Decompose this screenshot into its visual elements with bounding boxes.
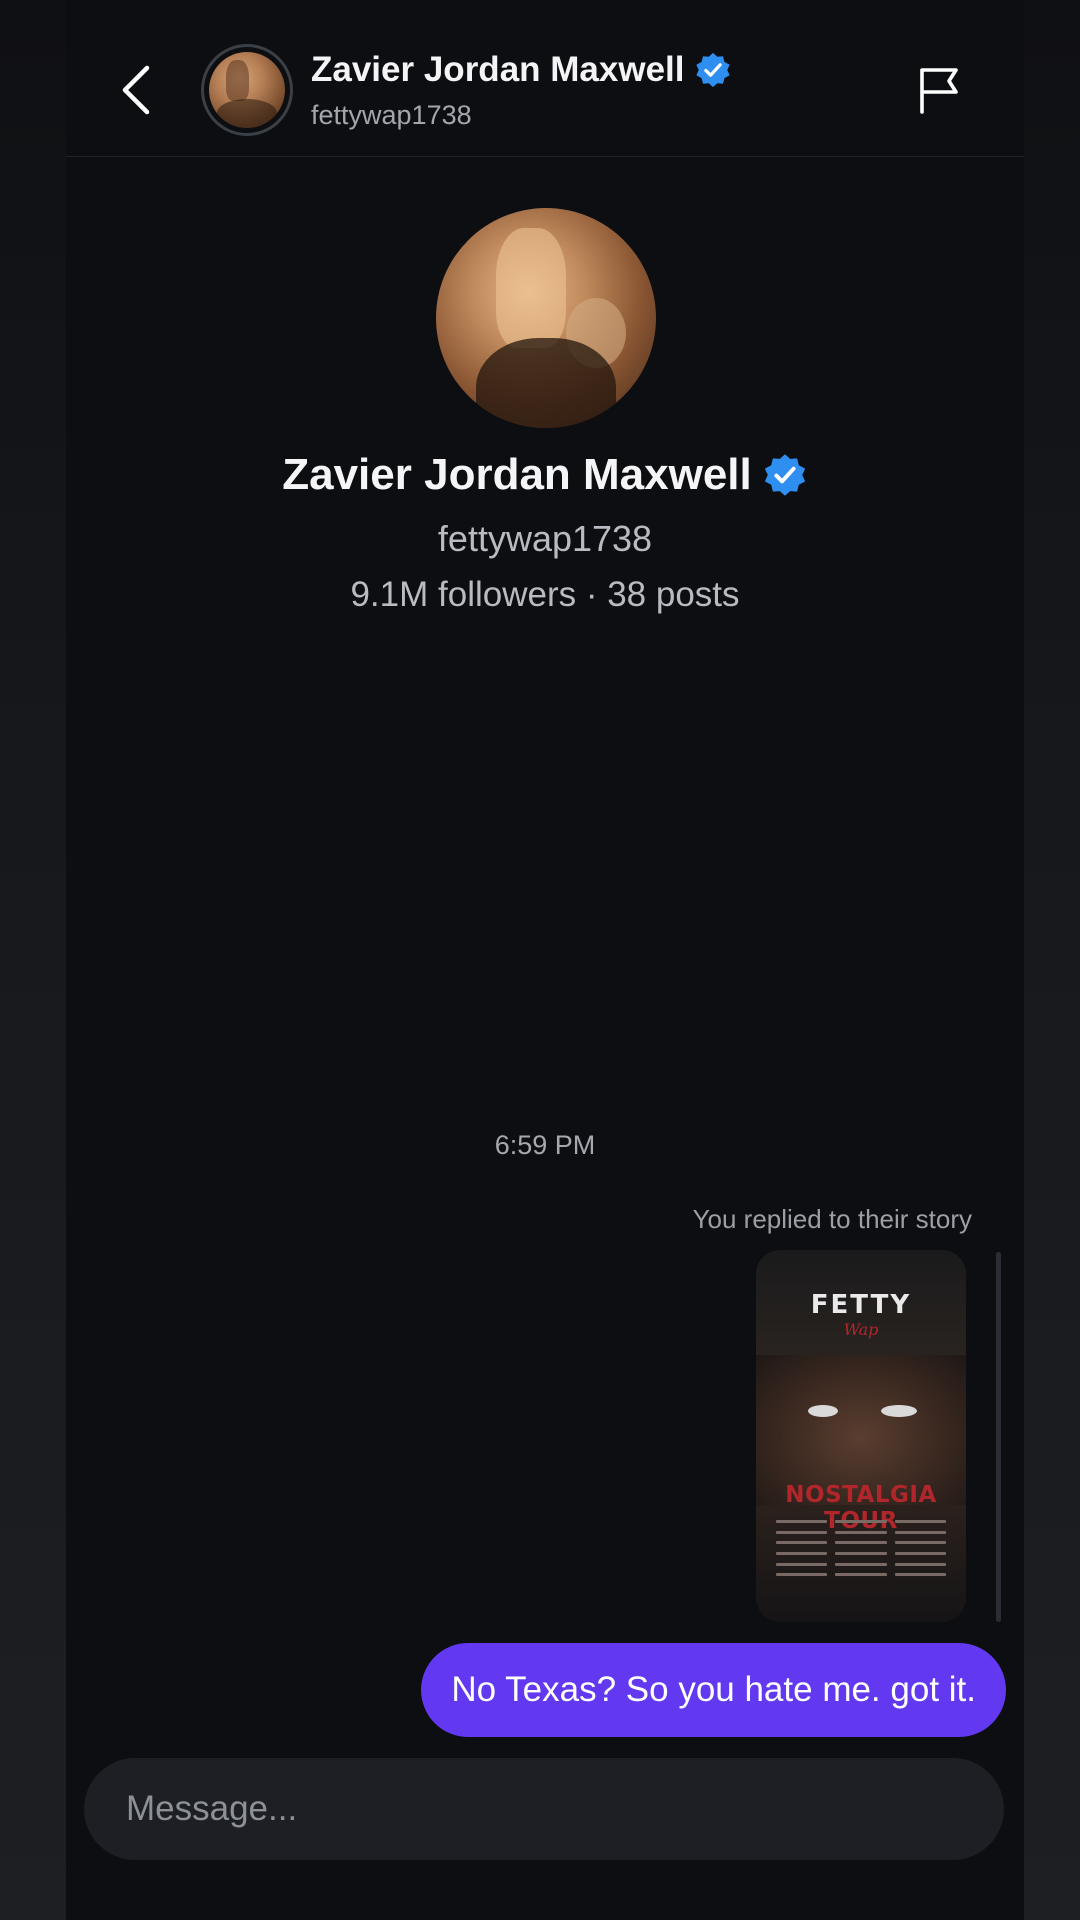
- flag-icon: [920, 68, 958, 114]
- verified-badge-icon: [764, 454, 805, 496]
- profile-handle: fettywap1738: [437, 518, 653, 559]
- story-eye-left: [808, 1405, 838, 1417]
- sent-message-bubble[interactable]: No Texas? So you hate me. got it.: [421, 1643, 1006, 1737]
- header-handle: fettywap1738: [311, 100, 472, 130]
- profile-display-name: Zavier Jordan Maxwell: [282, 450, 752, 499]
- message-composer: [84, 1758, 1004, 1860]
- chevron-left-icon: [122, 65, 150, 115]
- story-eye-right: [881, 1405, 917, 1417]
- story-thumbnail[interactable]: FETTY Wap NOSTALGIA TOUR: [756, 1250, 966, 1622]
- header-name-row[interactable]: Zavier Jordan Maxwell: [311, 48, 732, 92]
- avatar-shape-1: [496, 228, 566, 348]
- back-button[interactable]: [116, 62, 156, 118]
- profile-name-row: Zavier Jordan Maxwell: [66, 450, 1024, 500]
- profile-stats: 9.1M followers · 38 posts: [350, 575, 740, 614]
- profile-avatar[interactable]: [436, 208, 656, 428]
- header-avatar[interactable]: [201, 44, 293, 136]
- chat-header: Zavier Jordan Maxwell fettywap1738: [66, 0, 1024, 157]
- avatar-image: [209, 52, 285, 128]
- chat-screen: Zavier Jordan Maxwell fettywap1738 Zavie…: [66, 0, 1024, 1920]
- story-reply-indicator: [996, 1252, 1001, 1622]
- story-tour-dates: [776, 1520, 946, 1580]
- report-button[interactable]: [916, 64, 964, 116]
- avatar-shape-3: [476, 338, 616, 428]
- story-brand-text: FETTY: [810, 1290, 912, 1320]
- story-reply-caption: You replied to their story: [692, 1204, 972, 1234]
- verified-badge-icon: [696, 52, 731, 88]
- message-timestamp: 6:59 PM: [494, 1130, 596, 1160]
- left-backdrop: [0, 0, 66, 1920]
- message-input[interactable]: [124, 1788, 948, 1830]
- header-display-name: Zavier Jordan Maxwell: [311, 50, 685, 89]
- story-script-text: Wap: [843, 1320, 879, 1339]
